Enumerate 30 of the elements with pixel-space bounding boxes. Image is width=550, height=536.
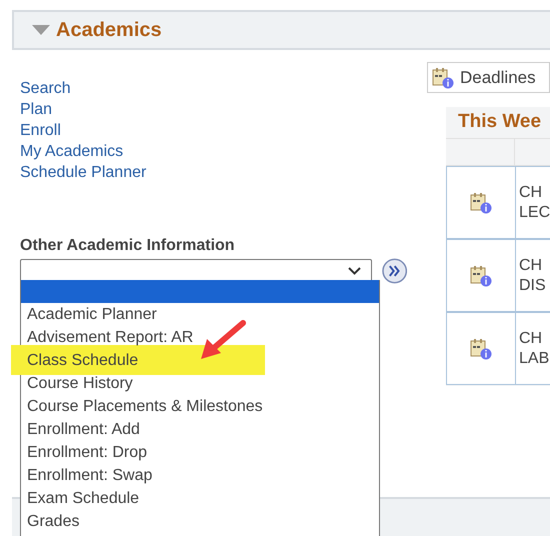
dropdown-option[interactable]: Advisement Report: AR [21,326,196,349]
nav-link[interactable]: Search [20,78,71,99]
section-header[interactable]: Academics [12,10,550,50]
section-title: Academics [56,18,162,43]
dropdown-option[interactable]: Course History [21,372,135,395]
dropdown-option[interactable]: Exam Schedule [21,487,142,510]
dropdown-option[interactable]: Course Placements & Milestones [21,395,265,418]
nav-link[interactable]: My Academics [20,141,124,162]
table-cell-text: CH LAB [518,328,550,368]
annotation-arrow [199,319,247,361]
table-cell-text: CH DIS [518,256,547,296]
nav-link[interactable]: Plan [20,99,52,120]
table-cell-text: CH LEC [518,182,550,222]
dropdown-option[interactable]: Academic Planner [21,303,159,326]
nav-link[interactable]: Enroll [20,120,61,141]
calendar-info-icon [470,192,492,214]
calendar-info-icon [470,264,492,286]
nav-link[interactable]: Schedule Planner [20,162,146,183]
calendar-info-icon [432,66,454,88]
dropdown-option[interactable]: Enrollment: Drop [21,441,150,464]
go-arrows-icon[interactable] [382,258,407,284]
chevron-down-icon [348,267,361,275]
calendar-info-icon [470,338,492,360]
panel-title: This Wee [457,110,542,134]
deadlines-button[interactable]: Deadlines [427,62,550,93]
dropdown-option[interactable]: Grades [21,510,82,533]
dropdown-option[interactable]: Enrollment: Add [21,418,142,441]
dropdown-option[interactable]: Class Schedule [21,349,140,372]
dropdown-option[interactable]: Enrollment: Swap [21,464,154,487]
field-label: Other Academic Information [20,236,236,256]
